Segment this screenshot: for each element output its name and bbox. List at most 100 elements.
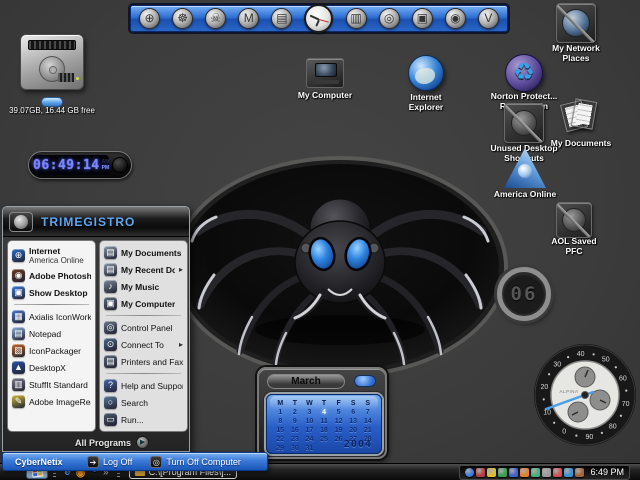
m-logo-icon[interactable]: M — [238, 8, 259, 29]
calendar-day[interactable]: 17 — [302, 426, 317, 435]
calendar-week-row: 891011121314 — [273, 417, 375, 426]
menu-item-label: Adobe ImageReady CS — [29, 397, 91, 407]
desktop[interactable]: ⊕☸☠M▤▥◎▣◉V 39.07GB, 16.44 GB free My Com… — [0, 0, 640, 480]
turn-off-label: Turn Off Computer — [166, 457, 241, 467]
dial-icon[interactable]: ◎ — [379, 8, 400, 29]
menu-item-connect-to[interactable]: ⊙Connect To▸ — [102, 336, 185, 353]
all-programs-arrow-icon: ▶ — [136, 436, 149, 449]
menu-item-iconpackager[interactable]: ▧IconPackager — [10, 342, 93, 359]
gears-icon[interactable]: ☸ — [172, 8, 193, 29]
calendar-day[interactable]: 1 — [273, 408, 288, 417]
tray-icon-2[interactable] — [476, 468, 485, 477]
menu-item-my-computer[interactable]: ▣My Computer — [102, 295, 185, 312]
my-documents-icon: ▤ — [104, 246, 117, 259]
calendar-day[interactable]: 18 — [317, 426, 332, 435]
tray-icon-8[interactable] — [542, 468, 551, 477]
calendar-day[interactable]: 6 — [346, 408, 361, 417]
menu-item-search[interactable]: ○Search — [102, 394, 185, 411]
tray-icon-9[interactable] — [553, 468, 562, 477]
calendar-day[interactable]: 11 — [317, 417, 332, 426]
calendar-day[interactable]: 14 — [360, 417, 375, 426]
calendar-day[interactable]: 10 — [302, 417, 317, 426]
menu-item-help-and-support[interactable]: ?Help and Support — [102, 377, 185, 394]
menu-item-notepad[interactable]: ▤Notepad — [10, 325, 93, 342]
menu-item-desktopx[interactable]: ▲DesktopX — [10, 359, 93, 376]
menu-item-adobe-photoshop-7-0[interactable]: ◉ Adobe Photoshop 7.0 — [10, 267, 93, 284]
calendar-day[interactable]: 19 — [331, 426, 346, 435]
calendar-day[interactable]: 13 — [346, 417, 361, 426]
tray-icon-6[interactable] — [520, 468, 529, 477]
menu-item-my-documents[interactable]: ▤My Documents — [102, 244, 185, 261]
calendar-day[interactable]: 9 — [288, 417, 303, 426]
folder-gear-icon[interactable]: ▥ — [346, 8, 367, 29]
menu-item-adobe-imageready-cs[interactable]: ✎Adobe ImageReady CS — [10, 393, 93, 410]
skull-icon[interactable]: ☠ — [205, 8, 226, 29]
menu-item-my-recent-docume[interactable]: ▤My Recent Docume...▸ — [102, 261, 185, 278]
menu-item-axialis-iconworkshop-5-0[interactable]: ▦Axialis IconWorkshop 5.0 — [10, 308, 93, 325]
monitor-base — [313, 80, 339, 84]
theme-brand: CyberNetix — [15, 457, 77, 467]
calendar-day[interactable]: 30 — [288, 444, 303, 453]
chronograph-widget[interactable]: ALPINA 0102030405060708090 — [533, 343, 637, 447]
menu-item-label: Printers and Faxes — [121, 357, 183, 367]
tray-icon-7[interactable] — [531, 468, 540, 477]
menu-item-text: My Recent Docume... — [121, 265, 175, 275]
hand-icon[interactable]: V — [478, 8, 499, 29]
stuffit-icon: ▥ — [12, 378, 25, 391]
globe-icon[interactable]: ⊕ — [139, 8, 160, 29]
calendar-day[interactable]: 22 — [273, 435, 288, 444]
menu-item-text: Adobe Photoshop 7.0 — [29, 271, 91, 281]
all-programs-button[interactable]: All Programs ▶ — [3, 434, 189, 451]
picture-frame-icon[interactable]: ▣ — [412, 8, 433, 29]
printers-icon: ▤ — [104, 355, 117, 368]
folder-icon[interactable]: ▤ — [271, 8, 292, 29]
calendar-widget[interactable]: March MTWTFSS123456789101112131415161718… — [257, 367, 387, 459]
weekday-label: W — [302, 399, 317, 408]
menu-item-control-panel[interactable]: ◎Control Panel — [102, 319, 185, 336]
tray-icon-11[interactable] — [575, 468, 584, 477]
calendar-day[interactable]: 8 — [273, 417, 288, 426]
calendar-day[interactable]: 21 — [360, 426, 375, 435]
calendar-day[interactable]: 29 — [273, 444, 288, 453]
monitor-screen — [315, 63, 337, 77]
calendar-day[interactable]: 4 — [317, 408, 332, 417]
photoshop-icon: ◉ — [12, 269, 25, 282]
menu-item-label: Search — [121, 398, 148, 408]
clock-icon[interactable] — [304, 4, 333, 33]
tray-icon-3[interactable] — [487, 468, 496, 477]
tray-icon-4[interactable] — [498, 468, 507, 477]
calendar-day[interactable]: 12 — [331, 417, 346, 426]
menu-item-internet[interactable]: ⊕InternetAmerica Online — [10, 244, 93, 267]
menu-item-run[interactable]: ▭Run... — [102, 411, 185, 428]
tray-icon-5[interactable] — [509, 468, 518, 477]
cd-icon[interactable]: ◉ — [445, 8, 466, 29]
calendar-day[interactable]: 16 — [288, 426, 303, 435]
calendar-led[interactable] — [354, 375, 376, 387]
calendar-day[interactable]: 23 — [288, 435, 303, 444]
tray-icon-10[interactable] — [564, 468, 573, 477]
menu-item-show-desktop[interactable]: ▣Show Desktop — [10, 284, 93, 301]
calendar-day[interactable]: 20 — [346, 426, 361, 435]
globe-landmass — [415, 68, 435, 84]
calendar-day[interactable]: 31 — [302, 444, 317, 453]
gauge-tick-label: 70 — [622, 401, 630, 408]
tray-clock[interactable]: 6:49 PM — [590, 467, 624, 477]
counter-widget[interactable]: 06 — [497, 267, 551, 321]
calendar-day[interactable]: 24 — [302, 435, 317, 444]
calendar-day[interactable]: 2 — [288, 408, 303, 417]
calendar-day[interactable]: 15 — [273, 426, 288, 435]
menu-item-printers-and-faxes[interactable]: ▤ Printers and Faxes — [102, 353, 185, 370]
clock-knob[interactable] — [112, 157, 128, 173]
calendar-day[interactable]: 3 — [302, 408, 317, 417]
calendar-day[interactable]: 25 — [317, 435, 332, 444]
menu-item-my-music[interactable]: ♪My Music — [102, 278, 185, 295]
turn-off-computer-button[interactable]: ◎ Turn Off Computer — [150, 456, 241, 468]
calendar-day[interactable]: 5 — [331, 408, 346, 417]
gauge-tick-label: 50 — [602, 357, 610, 364]
log-off-button[interactable]: ➔ Log Off — [87, 456, 132, 468]
menu-item-stuffit-standard[interactable]: ▥StuffIt Standard — [10, 376, 93, 393]
menu-item-label: DesktopX — [29, 363, 66, 373]
calendar-day[interactable]: 7 — [360, 408, 375, 417]
tray-icon-1[interactable] — [465, 468, 474, 477]
digital-clock-widget[interactable]: 06:49:14 AM PM — [28, 151, 132, 179]
